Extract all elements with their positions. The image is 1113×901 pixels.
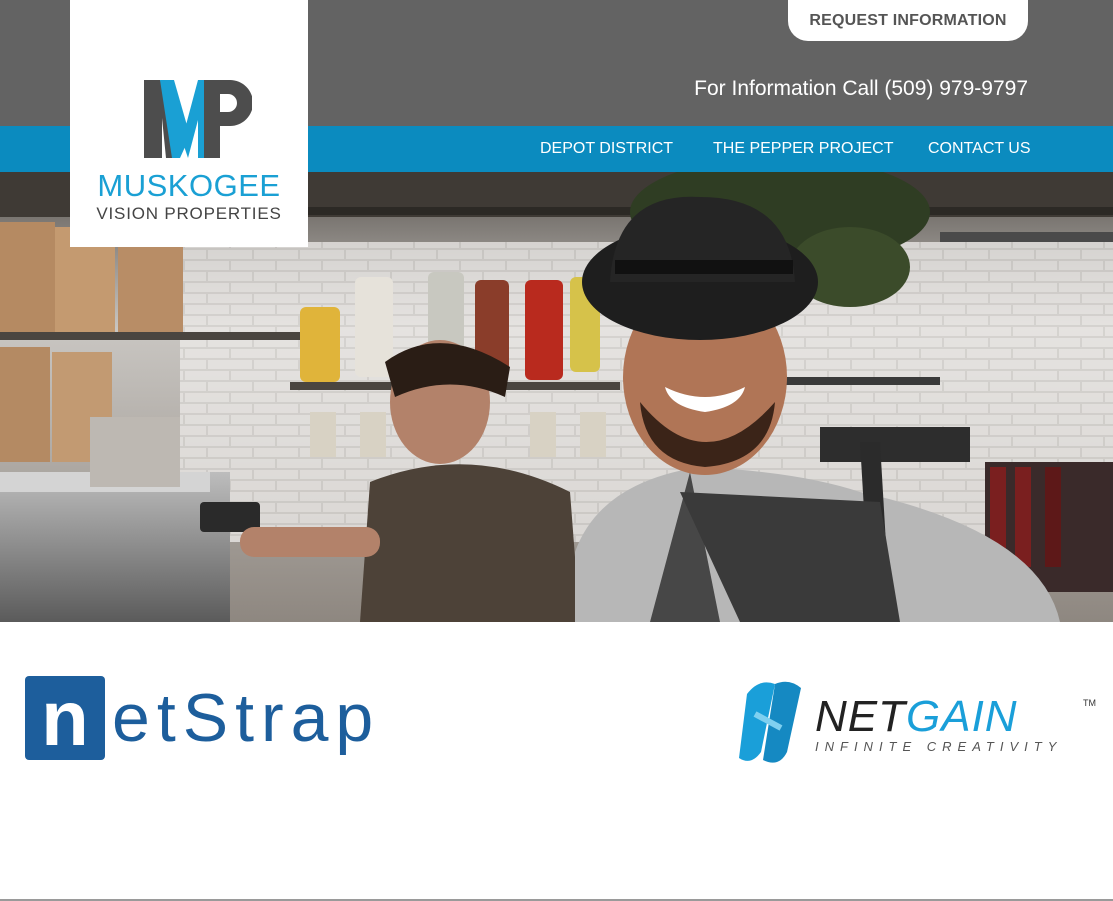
request-information-button[interactable]: REQUEST INFORMATION [788,0,1028,41]
phone-info-text: For Information Call (509) 979-9797 [694,77,1028,100]
netgain-wordmark: NETGAIN [815,692,1018,742]
netstrap-logo[interactable]: n etStrap [25,676,445,760]
site-logo[interactable]: MUSKOGEE VISION PROPERTIES [70,0,308,247]
netstrap-wordmark: etStrap [112,680,381,756]
netgain-tagline: INFINITE CREATIVITY [815,739,1063,754]
netgain-logo[interactable]: NETGAIN TM INFINITE CREATIVITY [733,674,1103,769]
logo-text-vision-properties: VISION PROPERTIES [96,204,282,223]
mp-monogram-icon [144,80,252,158]
netgain-n-icon [739,681,801,763]
netgain-gain-text: GAIN [906,692,1018,741]
netgain-net-text: NET [815,692,906,741]
netstrap-initial-box: n [25,676,105,760]
nav-item-pepper-project[interactable]: THE PEPPER PROJECT [713,140,893,158]
nav-item-contact-us[interactable]: CONTACT US [928,140,1031,158]
nav-item-depot-district[interactable]: DEPOT DISTRICT [540,140,673,158]
logo-text-muskogee: MUSKOGEE [97,168,281,203]
netgain-trademark: TM [1083,698,1096,708]
